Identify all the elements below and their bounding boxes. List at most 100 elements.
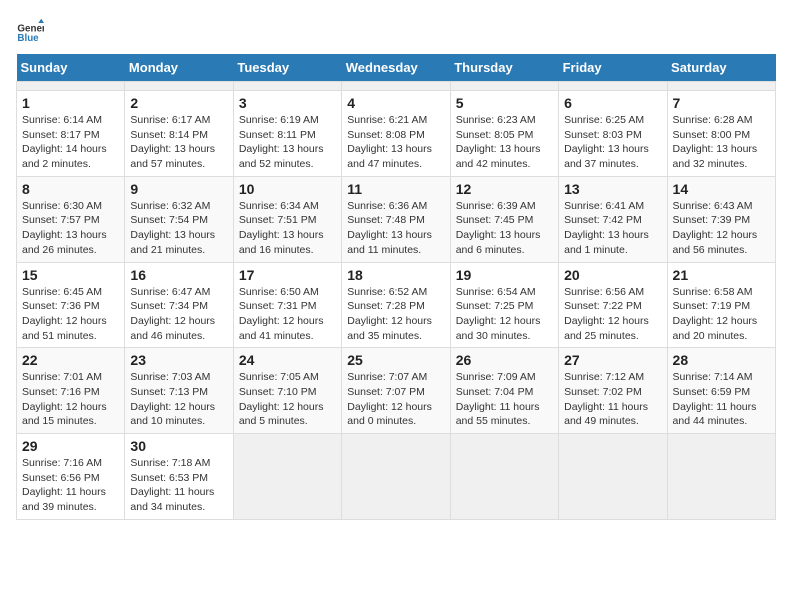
day-info: Sunrise: 6:43 AM Sunset: 7:39 PM Dayligh… [673, 199, 770, 258]
day-number: 17 [239, 267, 336, 283]
day-info: Sunrise: 6:19 AM Sunset: 8:11 PM Dayligh… [239, 113, 336, 172]
day-cell: 20Sunrise: 6:56 AM Sunset: 7:22 PM Dayli… [559, 262, 667, 348]
day-info: Sunrise: 7:16 AM Sunset: 6:56 PM Dayligh… [22, 456, 119, 515]
week-row-1: 1 Sunrise: 6:14 AM Sunset: 8:17 PM Daylig… [17, 91, 776, 177]
day-cell: 6Sunrise: 6:25 AM Sunset: 8:03 PM Daylig… [559, 91, 667, 177]
day-number: 18 [347, 267, 444, 283]
day-cell: 25 Sunrise: 7:07 AM Sunset: 7:07 PM Dayli… [342, 348, 450, 434]
day-number: 15 [22, 267, 119, 283]
week-row-0 [17, 82, 776, 91]
day-cell [233, 434, 341, 520]
day-number: 5 [456, 95, 553, 111]
day-number: 13 [564, 181, 661, 197]
day-cell: 3 Sunrise: 6:19 AM Sunset: 8:11 PM Daylig… [233, 91, 341, 177]
day-cell: 17Sunrise: 6:50 AM Sunset: 7:31 PM Dayli… [233, 262, 341, 348]
day-info: Sunrise: 6:34 AM Sunset: 7:51 PM Dayligh… [239, 199, 336, 258]
day-cell: 1 Sunrise: 6:14 AM Sunset: 8:17 PM Daylig… [17, 91, 125, 177]
day-number: 21 [673, 267, 770, 283]
week-row-4: 22Sunrise: 7:01 AM Sunset: 7:16 PM Dayli… [17, 348, 776, 434]
day-info: Sunrise: 7:18 AM Sunset: 6:53 PM Dayligh… [130, 456, 227, 515]
day-cell: 8Sunrise: 6:30 AM Sunset: 7:57 PM Daylig… [17, 176, 125, 262]
header-row: SundayMondayTuesdayWednesdayThursdayFrid… [17, 54, 776, 82]
day-cell: 5 Sunrise: 6:23 AM Sunset: 8:05 PM Daylig… [450, 91, 558, 177]
day-cell [667, 434, 775, 520]
day-info: Sunrise: 6:36 AM Sunset: 7:48 PM Dayligh… [347, 199, 444, 258]
day-cell [233, 82, 341, 91]
day-info: Sunrise: 6:14 AM Sunset: 8:17 PM Dayligh… [22, 113, 119, 172]
day-cell: 28Sunrise: 7:14 AM Sunset: 6:59 PM Dayli… [667, 348, 775, 434]
day-number: 1 [22, 95, 119, 111]
day-cell: 27 Sunrise: 7:12 AM Sunset: 7:02 PM Dayli… [559, 348, 667, 434]
logo: General Blue [16, 16, 46, 44]
day-info: Sunrise: 7:12 AM Sunset: 7:02 PM Dayligh… [564, 370, 661, 429]
day-cell [342, 82, 450, 91]
day-cell: 23Sunrise: 7:03 AM Sunset: 7:13 PM Dayli… [125, 348, 233, 434]
day-number: 12 [456, 181, 553, 197]
day-number: 10 [239, 181, 336, 197]
day-number: 14 [673, 181, 770, 197]
day-info: Sunrise: 6:58 AM Sunset: 7:19 PM Dayligh… [673, 285, 770, 344]
day-info: Sunrise: 6:39 AM Sunset: 7:45 PM Dayligh… [456, 199, 553, 258]
day-info: Sunrise: 7:01 AM Sunset: 7:16 PM Dayligh… [22, 370, 119, 429]
day-cell: 18 Sunrise: 6:52 AM Sunset: 7:28 PM Dayli… [342, 262, 450, 348]
col-header-thursday: Thursday [450, 54, 558, 82]
calendar-table: SundayMondayTuesdayWednesdayThursdayFrid… [16, 54, 776, 520]
day-number: 29 [22, 438, 119, 454]
col-header-monday: Monday [125, 54, 233, 82]
day-cell: 14 Sunrise: 6:43 AM Sunset: 7:39 PM Dayli… [667, 176, 775, 262]
day-info: Sunrise: 7:07 AM Sunset: 7:07 PM Dayligh… [347, 370, 444, 429]
day-cell: 29 Sunrise: 7:16 AM Sunset: 6:56 PM Dayli… [17, 434, 125, 520]
day-cell [17, 82, 125, 91]
day-info: Sunrise: 7:14 AM Sunset: 6:59 PM Dayligh… [673, 370, 770, 429]
day-cell [342, 434, 450, 520]
day-number: 3 [239, 95, 336, 111]
day-cell: 22Sunrise: 7:01 AM Sunset: 7:16 PM Dayli… [17, 348, 125, 434]
day-info: Sunrise: 6:32 AM Sunset: 7:54 PM Dayligh… [130, 199, 227, 258]
day-number: 30 [130, 438, 227, 454]
day-cell: 7 Sunrise: 6:28 AM Sunset: 8:00 PM Daylig… [667, 91, 775, 177]
day-info: Sunrise: 7:03 AM Sunset: 7:13 PM Dayligh… [130, 370, 227, 429]
day-cell: 10 Sunrise: 6:34 AM Sunset: 7:51 PM Dayli… [233, 176, 341, 262]
day-number: 7 [673, 95, 770, 111]
page-header: General Blue [16, 16, 776, 44]
day-cell: 21 Sunrise: 6:58 AM Sunset: 7:19 PM Dayli… [667, 262, 775, 348]
day-cell: 4Sunrise: 6:21 AM Sunset: 8:08 PM Daylig… [342, 91, 450, 177]
day-number: 25 [347, 352, 444, 368]
day-number: 2 [130, 95, 227, 111]
col-header-saturday: Saturday [667, 54, 775, 82]
day-info: Sunrise: 6:47 AM Sunset: 7:34 PM Dayligh… [130, 285, 227, 344]
day-cell [450, 82, 558, 91]
day-number: 16 [130, 267, 227, 283]
day-number: 24 [239, 352, 336, 368]
day-info: Sunrise: 7:09 AM Sunset: 7:04 PM Dayligh… [456, 370, 553, 429]
day-number: 27 [564, 352, 661, 368]
day-cell [450, 434, 558, 520]
day-cell [125, 82, 233, 91]
day-number: 11 [347, 181, 444, 197]
week-row-2: 8Sunrise: 6:30 AM Sunset: 7:57 PM Daylig… [17, 176, 776, 262]
day-cell [667, 82, 775, 91]
day-number: 26 [456, 352, 553, 368]
day-info: Sunrise: 6:21 AM Sunset: 8:08 PM Dayligh… [347, 113, 444, 172]
day-cell [559, 82, 667, 91]
day-info: Sunrise: 6:23 AM Sunset: 8:05 PM Dayligh… [456, 113, 553, 172]
day-cell: 16 Sunrise: 6:47 AM Sunset: 7:34 PM Dayli… [125, 262, 233, 348]
day-number: 20 [564, 267, 661, 283]
day-number: 19 [456, 267, 553, 283]
day-cell: 13Sunrise: 6:41 AM Sunset: 7:42 PM Dayli… [559, 176, 667, 262]
day-number: 6 [564, 95, 661, 111]
day-cell: 15Sunrise: 6:45 AM Sunset: 7:36 PM Dayli… [17, 262, 125, 348]
day-info: Sunrise: 6:52 AM Sunset: 7:28 PM Dayligh… [347, 285, 444, 344]
day-cell: 11 Sunrise: 6:36 AM Sunset: 7:48 PM Dayli… [342, 176, 450, 262]
day-cell: 26 Sunrise: 7:09 AM Sunset: 7:04 PM Dayli… [450, 348, 558, 434]
col-header-friday: Friday [559, 54, 667, 82]
day-cell [559, 434, 667, 520]
day-cell: 19Sunrise: 6:54 AM Sunset: 7:25 PM Dayli… [450, 262, 558, 348]
day-info: Sunrise: 6:28 AM Sunset: 8:00 PM Dayligh… [673, 113, 770, 172]
day-cell: 30 Sunrise: 7:18 AM Sunset: 6:53 PM Dayli… [125, 434, 233, 520]
day-info: Sunrise: 7:05 AM Sunset: 7:10 PM Dayligh… [239, 370, 336, 429]
logo-icon: General Blue [16, 16, 44, 44]
col-header-tuesday: Tuesday [233, 54, 341, 82]
col-header-sunday: Sunday [17, 54, 125, 82]
day-info: Sunrise: 6:17 AM Sunset: 8:14 PM Dayligh… [130, 113, 227, 172]
